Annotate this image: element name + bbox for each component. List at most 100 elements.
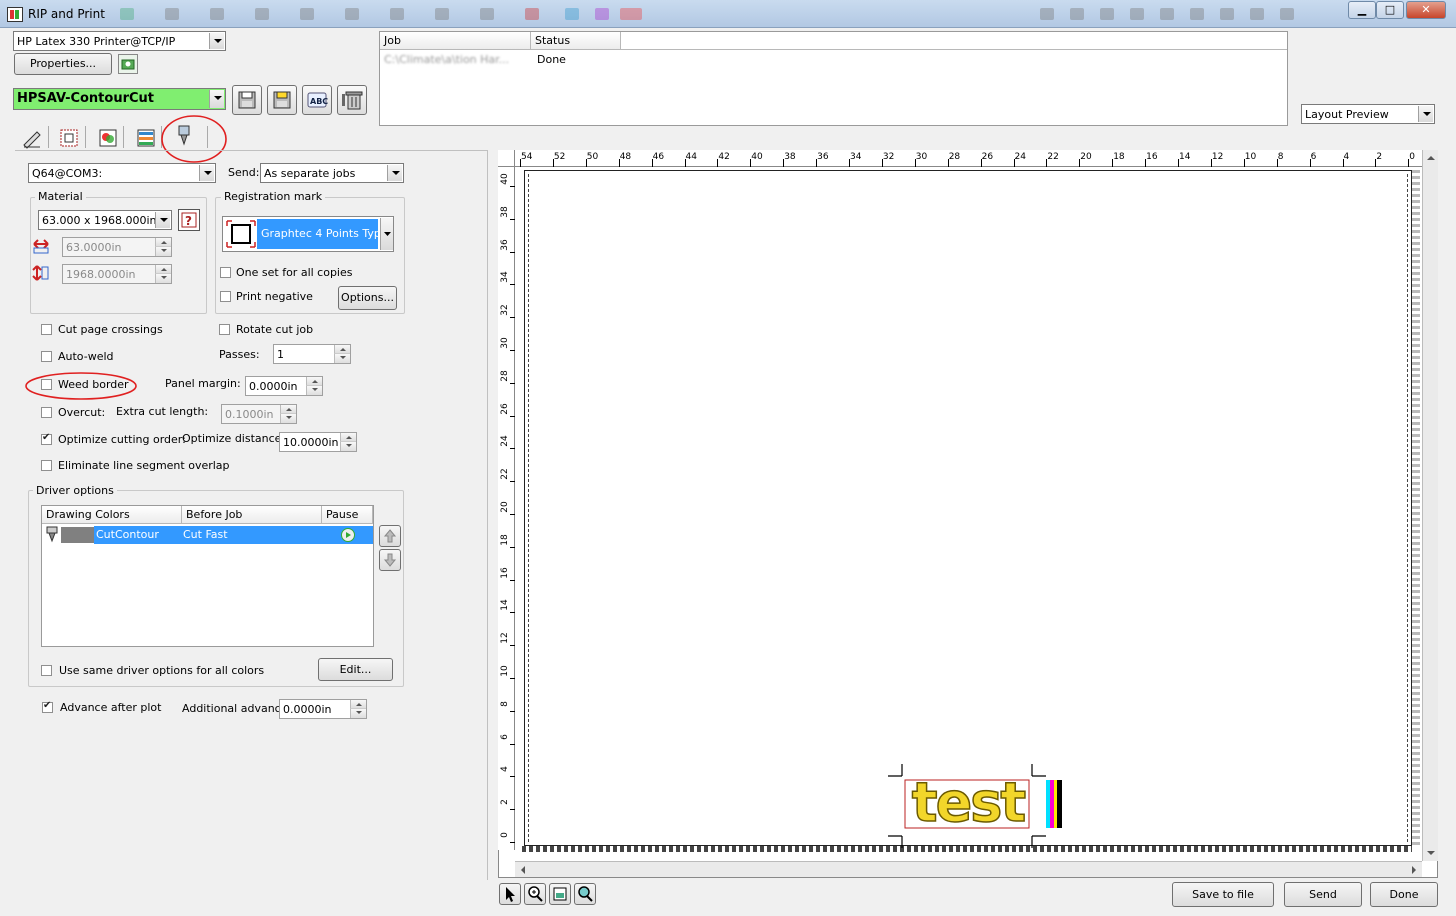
delete-config-button[interactable] (337, 85, 367, 115)
save-to-file-button[interactable]: Save to file (1172, 882, 1274, 907)
extra-cut-length-input[interactable]: 0.1000in (221, 404, 297, 424)
panel-margin-input[interactable]: 0.0000in (245, 376, 323, 396)
chevron-down-icon[interactable] (155, 212, 170, 228)
spin-up-icon[interactable] (340, 433, 356, 442)
vertical-scrollbar[interactable] (1422, 150, 1438, 861)
chevron-down-icon[interactable] (1418, 106, 1433, 122)
passes-input[interactable]: 1 (273, 344, 351, 364)
media-help-button[interactable]: ? (178, 209, 200, 231)
tab-color-icon[interactable] (97, 127, 119, 149)
material-size-select[interactable]: 63.000 x 1968.000in (38, 210, 172, 230)
spin-down-icon[interactable] (306, 386, 322, 395)
rename-config-button[interactable]: ABC (302, 85, 332, 115)
chevron-down-icon[interactable] (209, 33, 224, 49)
drawing-colors-header[interactable]: Drawing Colors (42, 506, 182, 523)
registration-type-select[interactable]: Graphtec 4 Points Type (222, 216, 394, 252)
spin-up-icon[interactable] (306, 377, 322, 386)
close-button[interactable]: ✕ (1406, 1, 1446, 19)
chevron-down-icon[interactable] (199, 165, 214, 181)
spin-up-icon[interactable] (280, 405, 296, 414)
save-config-button[interactable] (232, 85, 262, 115)
registration-options-button[interactable]: Options... (338, 286, 397, 310)
cutter-device-select[interactable]: Q64@COM3: (28, 163, 216, 183)
ghost-toolbar-icon (1040, 8, 1054, 20)
print-negative-checkbox[interactable] (220, 291, 231, 302)
move-down-button[interactable] (379, 549, 401, 571)
network-refresh-icon[interactable] (118, 54, 138, 74)
optimize-order-checkbox[interactable] (41, 432, 52, 445)
before-job-header[interactable]: Before Job (182, 506, 322, 523)
height-arrows-icon (32, 264, 50, 282)
pointer-tool-button[interactable] (499, 883, 521, 905)
zoom-fit-button[interactable] (574, 883, 596, 905)
spin-up-icon[interactable] (155, 238, 171, 247)
config-select[interactable]: HPSAV-ContourCut (13, 88, 226, 110)
additional-advance-input[interactable]: 0.0000in (279, 699, 367, 719)
spin-down-icon[interactable] (280, 414, 296, 423)
rotate-cut-job-checkbox[interactable] (219, 324, 230, 335)
tab-size-icon[interactable] (21, 127, 43, 149)
spin-up-icon[interactable] (350, 700, 366, 709)
save-as-config-button[interactable] (267, 85, 297, 115)
spin-down-icon[interactable] (155, 274, 171, 283)
passes-value: 1 (277, 348, 284, 361)
job-list[interactable]: Job Status C:\Climate\a\tion Har... Done (379, 31, 1288, 126)
ruler-tick-label: 48 (619, 152, 632, 162)
scroll-down-icon[interactable] (1423, 845, 1439, 861)
scroll-left-icon[interactable] (515, 862, 531, 878)
ghost-toolbar-icon (1190, 8, 1204, 20)
material-size-value: 63.000 x 1968.000in (42, 214, 157, 227)
done-button[interactable]: Done (1370, 882, 1438, 907)
ruler-tick-mark (750, 159, 752, 167)
driver-edit-button[interactable]: Edit... (318, 658, 393, 681)
maximize-button[interactable]: □ (1376, 1, 1404, 19)
driver-options-table[interactable]: Drawing Colors Before Job Pause CutConto… (41, 505, 374, 647)
move-up-button[interactable] (379, 525, 401, 547)
auto-weld-checkbox[interactable] (41, 351, 52, 362)
material-width-input[interactable]: 63.0000in (62, 237, 172, 257)
spin-down-icon[interactable] (155, 247, 171, 256)
chevron-down-icon[interactable] (380, 218, 393, 250)
properties-button[interactable]: Properties... (14, 53, 112, 75)
horizontal-scrollbar[interactable] (515, 861, 1422, 877)
ruler-tick-label: 46 (652, 152, 665, 162)
spin-up-icon[interactable] (155, 265, 171, 274)
ruler-tick-mark (947, 159, 949, 167)
pause-header[interactable]: Pause (322, 506, 373, 523)
config-select-value: HPSAV-ContourCut (17, 91, 155, 106)
preview-mode-select[interactable]: Layout Preview (1301, 104, 1435, 124)
send-button[interactable]: Send (1284, 882, 1362, 907)
zoom-tool-button[interactable] (524, 883, 546, 905)
play-circle-icon[interactable] (340, 527, 356, 543)
optimize-distance-input[interactable]: 10.0000in (279, 432, 357, 452)
chevron-down-icon[interactable] (387, 165, 402, 181)
ruler-tick-label: 38 (784, 152, 796, 162)
table-row[interactable]: CutContour Cut Fast (42, 526, 373, 544)
one-set-checkbox[interactable] (220, 267, 231, 278)
scroll-right-icon[interactable] (1406, 862, 1422, 878)
spin-down-icon[interactable] (334, 354, 350, 363)
scroll-up-icon[interactable] (1423, 150, 1439, 166)
spin-up-icon[interactable] (334, 345, 350, 354)
material-height-input[interactable]: 1968.0000in (62, 264, 172, 284)
ruler-tick-label: 54 (521, 152, 533, 162)
chevron-down-icon[interactable] (209, 90, 224, 108)
send-mode-select[interactable]: As separate jobs (260, 163, 404, 183)
advance-after-plot-checkbox[interactable] (42, 700, 53, 713)
eliminate-overlap-checkbox[interactable] (41, 460, 52, 471)
spin-down-icon[interactable] (350, 709, 366, 718)
overcut-checkbox[interactable] (41, 407, 52, 418)
job-name-cell[interactable]: C:\Climate\a\tion Har... (384, 53, 530, 66)
spin-down-icon[interactable] (340, 442, 356, 451)
tab-image-icon[interactable] (135, 127, 157, 149)
status-column-header[interactable]: Status (531, 32, 621, 49)
ruler-tick-mark (1046, 159, 1048, 167)
tab-layout-icon[interactable] (58, 127, 80, 149)
cut-page-crossings-checkbox[interactable] (41, 324, 52, 335)
page-view-button[interactable] (549, 883, 571, 905)
ruler-tick-mark (510, 382, 515, 384)
minimize-button[interactable]: ▁ (1348, 1, 1376, 19)
same-driver-options-checkbox[interactable] (41, 665, 52, 676)
job-column-header[interactable]: Job (380, 32, 531, 49)
printer-select[interactable]: HP Latex 330 Printer@TCP/IP (13, 31, 226, 51)
